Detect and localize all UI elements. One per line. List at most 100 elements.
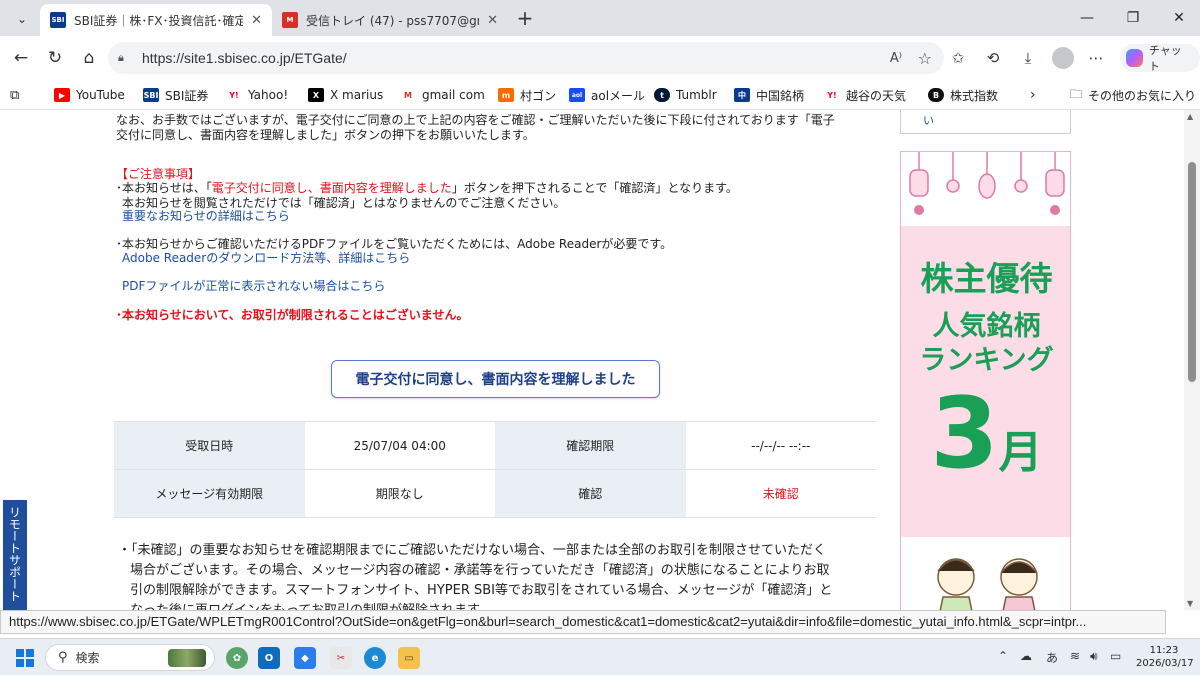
side-banner-top[interactable]: い [900, 110, 1071, 134]
taskbar-clock[interactable]: 11:23 2026/03/17 [1136, 644, 1194, 670]
sbi-favicon-icon: SBI [50, 12, 66, 28]
back-button[interactable]: ← [8, 46, 34, 70]
volume-icon[interactable]: 🔊︎ [1090, 649, 1098, 664]
minimize-button[interactable]: — [1072, 6, 1102, 30]
outlook-app-icon[interactable]: O [258, 647, 280, 669]
close-icon[interactable]: ✕ [251, 13, 262, 28]
home-icon: ⌂ [83, 48, 95, 68]
bookmark-china-stocks[interactable]: 中中国銘柄 [734, 85, 804, 105]
no-restriction-notice: ･本お知らせにおいて、お取引が制限されることはございません。 [116, 308, 469, 322]
agree-electronic-delivery-button[interactable]: 電子交付に同意し、書面内容を理解しました [331, 360, 660, 398]
chevron-right-icon: › [1030, 87, 1036, 103]
adobe-reader-download-link[interactable]: Adobe Readerのダウンロード方法等、詳細はこちら [122, 250, 410, 266]
clock-time: 11:23 [1149, 645, 1179, 656]
read-aloud-icon[interactable]: A⁾ [890, 51, 902, 66]
more-icon[interactable]: ⋯ [1084, 47, 1108, 69]
bookmark-stock-index[interactable]: B 株式指数 [928, 85, 998, 105]
sbi-icon: SBI [143, 88, 159, 102]
bookmark-sbi[interactable]: SBI SBI証券 [143, 85, 208, 105]
received-datetime-value: 25/07/04 04:00 [304, 421, 495, 470]
minimize-icon: — [1080, 10, 1094, 26]
tray-overflow-icon[interactable]: ⌃ [998, 649, 1008, 663]
download-icon[interactable]: ⤓ [1016, 47, 1040, 69]
tab-actions-menu-button[interactable]: ⌄ [8, 6, 36, 32]
snipping-tool-icon[interactable]: ✂ [330, 647, 352, 669]
tab-title: SBI証券｜株･FX･投資信託･確定拠出 [74, 13, 244, 28]
clock-date: 2026/03/17 [1136, 658, 1194, 669]
intro-text: 交付に同意し、書面内容を理解しました」ボタンの押下をお願いいたします。 [116, 128, 535, 142]
tab-actions-icon[interactable]: ⧉ [10, 85, 19, 105]
new-tab-button[interactable]: + [512, 7, 538, 31]
gmail-icon: M [400, 88, 416, 102]
confirm-status-label: 確認 [495, 469, 686, 518]
bookmark-koshigaya-weather[interactable]: Y! 越谷の天気 [824, 85, 906, 105]
reload-button[interactable]: ↻ [42, 46, 68, 70]
link-status-bar: https://www.sbisec.co.jp/ETGate/WPLETmgR… [0, 610, 1166, 634]
vertical-scrollbar[interactable]: ▲ ▼ [1184, 110, 1200, 610]
copilot-label: チャット [1148, 44, 1182, 73]
wifi-icon[interactable]: ≋ [1070, 649, 1080, 663]
restore-button[interactable]: ❐ [1118, 6, 1148, 30]
message-info-table: 受取日時 25/07/04 04:00 確認期限 --/--/-- --:-- … [114, 421, 876, 518]
youtube-icon: ▶ [54, 88, 70, 102]
close-icon[interactable]: ✕ [487, 13, 498, 28]
arrow-left-icon: ← [13, 48, 29, 68]
url-text[interactable]: https://site1.sbisec.co.jp/ETGate/ [142, 50, 347, 66]
hina-dolls-icon [937, 558, 1038, 610]
x-icon: X [308, 88, 324, 102]
reload-icon: ↻ [47, 48, 63, 68]
bookmarks-overflow-button[interactable]: › [1030, 85, 1036, 105]
gmail-favicon-icon: M [282, 12, 298, 28]
tab-strip: ⌄ SBI SBI証券｜株･FX･投資信託･確定拠出 ✕ M 受信トレイ (47… [0, 0, 1200, 36]
windows-start-icon[interactable] [16, 649, 34, 667]
bookmark-x-marius[interactable]: XX marius [308, 85, 383, 105]
taskbar-search[interactable]: ⚲ 検索 [45, 644, 215, 671]
message-expiry-value: 期限なし [304, 469, 495, 518]
tab-sbi[interactable]: SBI SBI証券｜株･FX･投資信託･確定拠出 ✕ [40, 4, 272, 36]
favorites-icon[interactable]: ✩ [946, 47, 970, 69]
bookmark-gmail[interactable]: Mgmail com [400, 85, 485, 105]
copilot-icon [1126, 49, 1143, 67]
home-button[interactable]: ⌂ [76, 46, 102, 70]
onedrive-icon[interactable]: ☁ [1020, 649, 1032, 663]
muragon-icon: m [498, 88, 514, 102]
star-icon[interactable]: ☆ [918, 49, 932, 68]
scrollbar-thumb[interactable] [1188, 162, 1196, 382]
plus-icon: + [516, 6, 534, 30]
scroll-up-icon[interactable]: ▲ [1187, 112, 1193, 121]
ime-indicator[interactable]: あ [1046, 649, 1058, 666]
tab-gmail[interactable]: M 受信トレイ (47) - pss7707@gmail.co ✕ [272, 4, 508, 36]
restore-icon: ❐ [1126, 10, 1140, 26]
scroll-down-icon[interactable]: ▼ [1187, 599, 1193, 608]
bookmark-tumblr[interactable]: t Tumblr [654, 85, 717, 105]
lock-icon[interactable]: 🔒︎ [118, 51, 136, 65]
shareholder-benefit-ranking-banner[interactable]: 株主優待 人気銘柄 ランキング 3月 [900, 151, 1071, 610]
widgets-app-icon[interactable]: ✿ [226, 647, 248, 669]
profile-avatar[interactable] [1052, 47, 1074, 69]
page-content: なお、お手数ではございますが、電子交付にご同意の上で上記の内容をご確認・ご理解い… [0, 110, 1200, 610]
navigation-bar: ← ↻ ⌂ 🔒︎ https://site1.sbisec.co.jp/ETGa… [0, 36, 1200, 80]
bookmark-muragon[interactable]: m 村ゴン [498, 85, 556, 105]
store-app-icon[interactable]: ◆ [294, 647, 316, 669]
aol-icon: aol [569, 88, 585, 102]
close-window-button[interactable]: ✕ [1164, 6, 1194, 30]
other-favorites-folder[interactable]: 🗀︎ その他のお気に入り [1070, 85, 1196, 105]
address-bar[interactable]: 🔒︎ https://site1.sbisec.co.jp/ETGate/ A⁾… [108, 42, 944, 74]
tab-title: 受信トレイ (47) - pss7707@gmail.co [306, 13, 479, 28]
copilot-chat-button[interactable]: チャット [1120, 44, 1200, 73]
confirm-status-value: 未確認 [685, 469, 876, 518]
file-explorer-icon[interactable]: ▭ [398, 647, 420, 669]
edge-app-icon[interactable]: e [364, 647, 386, 669]
important-notice-detail-link[interactable]: 重要なお知らせの詳細はこちら [122, 208, 290, 224]
bookmark-youtube[interactable]: ▶ YouTube [54, 85, 125, 105]
pdf-display-help-link[interactable]: PDFファイルが正常に表示されない場合はこちら [122, 278, 385, 294]
banner-dolls-area [901, 537, 1070, 610]
unconfirmed-note: なった後に再ログインをもってお取引の制限が解除されます。 [130, 601, 885, 610]
bookmark-yahoo[interactable]: Y! Yahoo! [226, 85, 288, 105]
bookmark-aol-mail[interactable]: aol aolメール [569, 85, 645, 105]
history-icon[interactable]: ⟲ [981, 47, 1005, 69]
unconfirmed-note: 場合がございます。その場合、メッセージ内容の確認・承諾等を行っていただき「確認済… [130, 563, 830, 578]
remote-support-tab[interactable]: リモートサポート [3, 500, 27, 610]
caution-item-1: ･本お知らせは、「電子交付に同意し、書面内容を理解しました」ボタンを押下されるこ… [116, 181, 738, 195]
battery-icon[interactable]: ▭ [1110, 649, 1121, 663]
